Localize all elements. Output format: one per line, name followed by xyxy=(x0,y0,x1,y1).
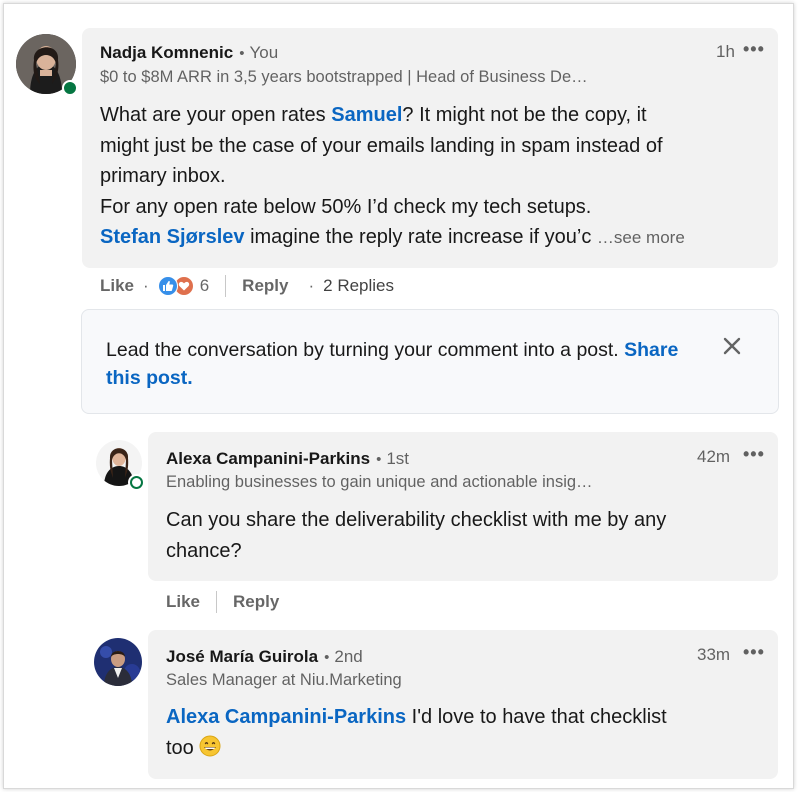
comment-body: What are your open rates Samuel? It migh… xyxy=(100,100,770,254)
separator-bullet: • xyxy=(324,649,330,666)
separator-bullet: • xyxy=(239,45,245,62)
comment-timestamp: 42m xyxy=(697,447,731,466)
comment-line: too xyxy=(166,733,766,767)
like-reaction-icon xyxy=(157,276,178,296)
comment-timestamp: 1h xyxy=(716,42,735,61)
comment-actions: Like Reply xyxy=(166,591,279,613)
comment-text: ? It might not be the copy, it xyxy=(402,104,647,126)
comment-body: Alexa Campanini-Parkins I'd love to have… xyxy=(166,702,766,766)
prompt-message: Lead the conversation by turning your co… xyxy=(106,339,625,361)
comment-body: Can you share the deliverability checkli… xyxy=(166,505,766,566)
comment-line: For any open rate below 50% I’d check my… xyxy=(100,195,592,218)
connection-degree: 1st xyxy=(386,449,410,468)
prompt-text: Lead the conversation by turning your co… xyxy=(106,336,686,392)
separator-dot: · xyxy=(308,276,315,295)
comment-text: I'd love to have that checklist xyxy=(406,706,667,728)
comment-line: Can you share the deliverability checkli… xyxy=(166,509,667,531)
more-icon[interactable]: ••• xyxy=(743,444,765,465)
mention-link[interactable]: Samuel xyxy=(331,104,402,126)
comment-line: Stefan Sjørslev imagine the reply rate i… xyxy=(100,222,770,254)
reaction-count: 6 xyxy=(199,276,210,295)
divider xyxy=(225,275,227,297)
reply-button[interactable]: Reply xyxy=(242,276,288,296)
close-icon[interactable] xyxy=(720,334,744,358)
comment-timestamp: 33m xyxy=(697,645,731,664)
comment-line: What are your open rates Samuel? It migh… xyxy=(100,100,770,131)
comment-line: might just be the case of your emails la… xyxy=(100,134,663,157)
online-status-icon xyxy=(62,80,78,96)
online-status-icon xyxy=(130,476,143,489)
replies-count-link[interactable]: 2 Replies xyxy=(323,276,394,296)
divider xyxy=(216,591,218,613)
author-name[interactable]: Alexa Campanini-Parkins xyxy=(166,449,370,469)
avatar[interactable] xyxy=(94,638,142,686)
reply-button[interactable]: Reply xyxy=(233,592,279,612)
comment-header: José María Guirola • 2nd xyxy=(166,647,363,667)
like-button[interactable]: Like xyxy=(166,592,200,612)
comment-text: imagine the reply rate increase if you’c xyxy=(244,226,592,248)
comment-text: too xyxy=(166,736,200,759)
connection-degree: 2nd xyxy=(334,647,363,666)
more-icon[interactable]: ••• xyxy=(743,642,765,663)
connection-degree: You xyxy=(249,43,279,62)
comment-line: primary inbox. xyxy=(100,165,226,187)
reactions-summary[interactable]: 6 xyxy=(157,276,210,296)
author-name[interactable]: José María Guirola xyxy=(166,647,318,667)
author-headline: Sales Manager at Niu.Marketing xyxy=(166,671,402,689)
comment-header: Alexa Campanini-Parkins • 1st xyxy=(166,449,409,469)
author-headline: $0 to $8M ARR in 3,5 years bootstrapped … xyxy=(100,68,588,86)
separator-bullet: • xyxy=(376,451,382,468)
comment-actions: Like · 6 Reply · 2 Replies xyxy=(100,275,394,297)
author-name[interactable]: Nadja Komnenic xyxy=(100,43,233,63)
grin-emoji-icon xyxy=(199,735,221,767)
separator-dot: · xyxy=(143,276,149,295)
share-post-prompt: Lead the conversation by turning your co… xyxy=(81,309,779,414)
mention-link[interactable]: Alexa Campanini-Parkins xyxy=(166,706,406,728)
comment-line: Alexa Campanini-Parkins I'd love to have… xyxy=(166,702,766,733)
like-button[interactable]: Like xyxy=(100,276,134,296)
comment-text: What are your open rates xyxy=(100,104,332,126)
author-headline: Enabling businesses to gain unique and a… xyxy=(166,473,593,491)
see-more-button[interactable]: …see more xyxy=(597,228,685,247)
mention-link[interactable]: Stefan Sjørslev xyxy=(100,226,245,248)
comment-line: chance? xyxy=(166,539,242,562)
more-icon[interactable]: ••• xyxy=(743,39,765,60)
comment-header: Nadja Komnenic • You xyxy=(100,43,278,63)
